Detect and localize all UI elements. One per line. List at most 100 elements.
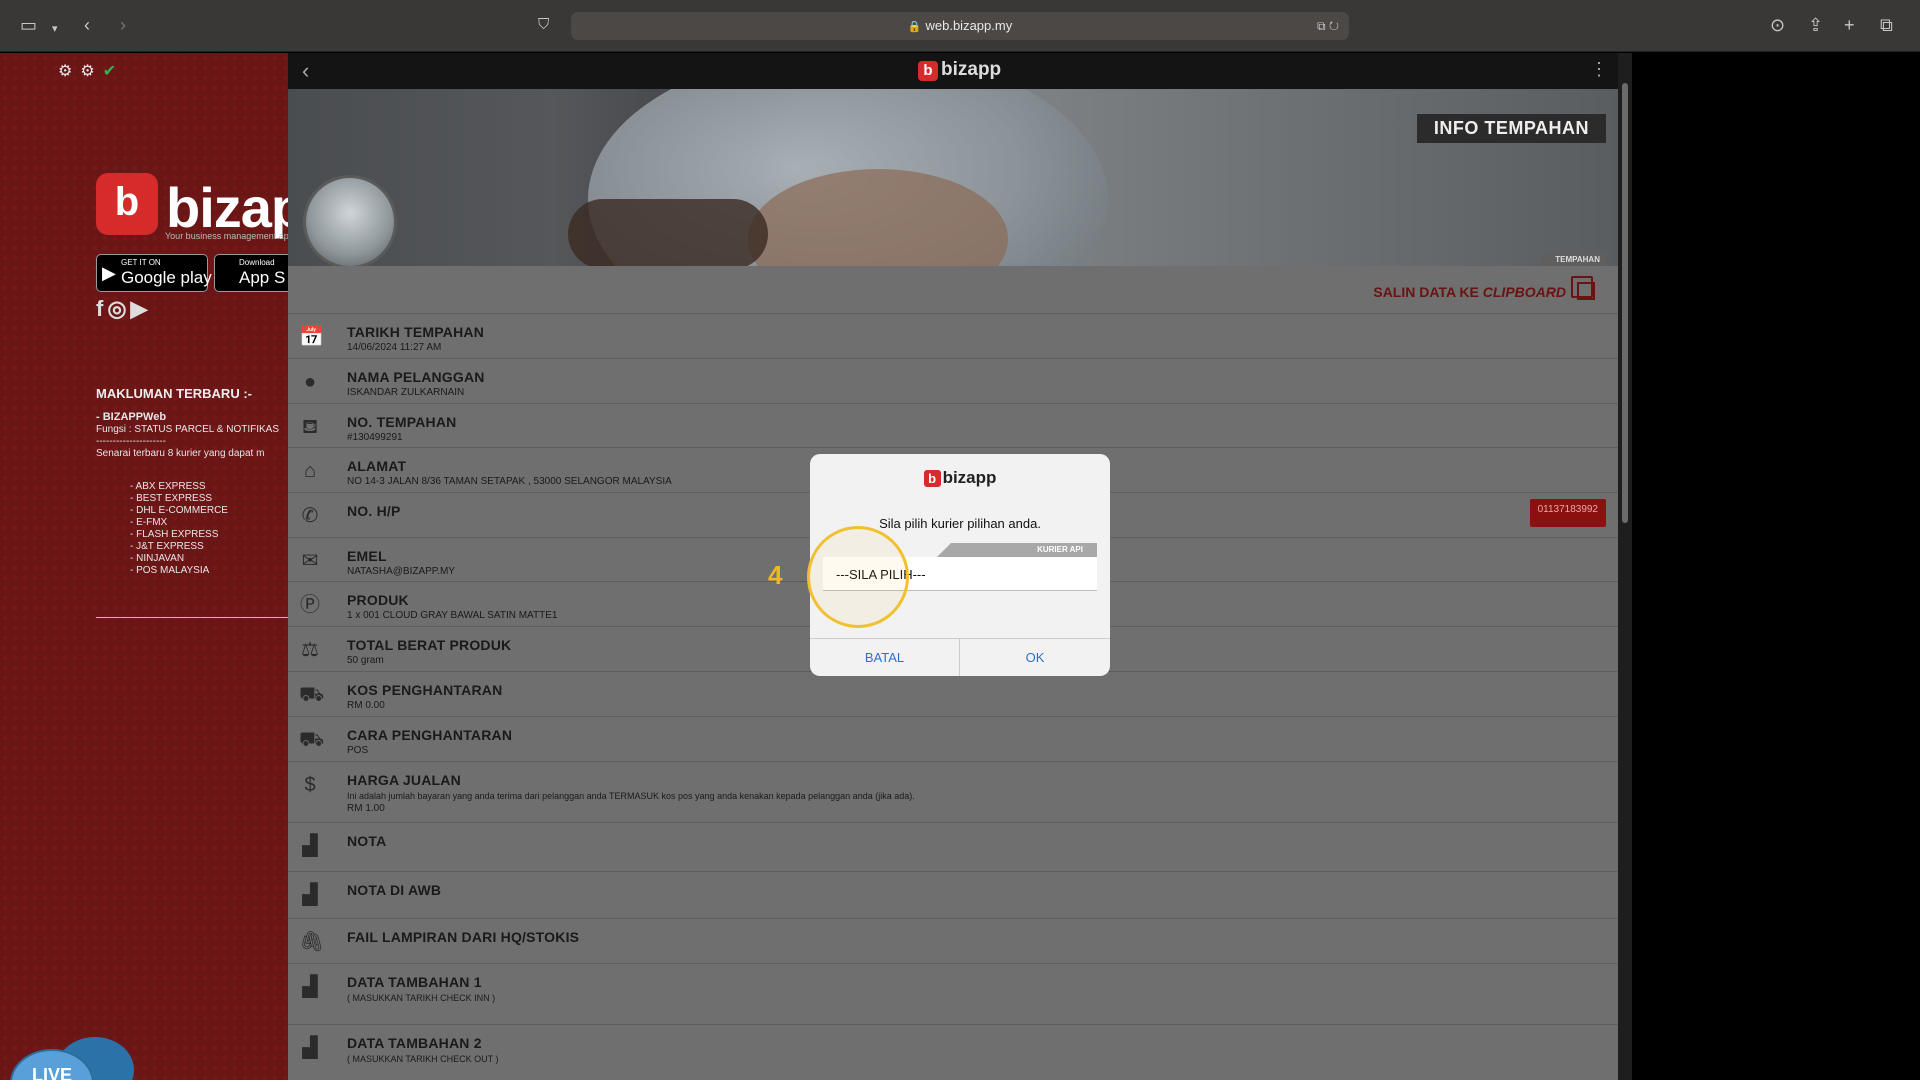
detail-label: TARIKH TEMPAHAN: [347, 324, 485, 340]
page-scrollbar[interactable]: [1618, 53, 1632, 1080]
detail-label: NOTA DI AWB: [347, 882, 442, 898]
detail-row-order-number: ⛾ NO. TEMPAHAN #130499291: [288, 403, 1618, 447]
detail-value: ISKANDAR ZULKARNAIN: [347, 387, 465, 398]
note-icon: ▟: [302, 1037, 318, 1059]
google-play-button[interactable]: ▶ GET IT ON Google play: [96, 254, 212, 292]
home-icon: ⌂: [303, 460, 317, 482]
detail-value: ( MASUKKAN TARIKH CHECK OUT ): [347, 1054, 499, 1064]
browser-toolbar: ▭ ▾ ‹ › ⛉ 🔒 web.bizapp.my ⧉ ↻ ⊙ ⇪ + ⧉: [0, 0, 1920, 52]
news-heading: - BIZAPPWeb: [96, 411, 167, 423]
copy-icon: [1571, 276, 1595, 300]
forward-icon[interactable]: ›: [120, 14, 126, 36]
copy-label-italic: CLIPBOARD: [1482, 284, 1566, 300]
reload-icon[interactable]: ⧉ ↻: [1317, 12, 1339, 40]
live-chat-button[interactable]: LIVE CHAT: [8, 1037, 134, 1080]
detail-row-order-date: 📅 TARIKH TEMPAHAN 14/06/2024 11:27 AM: [288, 313, 1618, 358]
courier-item: - DHL E-COMMERCE: [130, 505, 228, 516]
detail-note: Ini adalah jumlah bayaran yang anda teri…: [347, 791, 915, 801]
dialog-buttons: BATAL OK: [810, 638, 1110, 676]
detail-value: 14/06/2024 11:27 AM: [347, 342, 442, 353]
order-details-list: 📅 TARIKH TEMPAHAN 14/06/2024 11:27 AM ● …: [288, 313, 1618, 1080]
detail-row-note[interactable]: ▟ NOTA: [288, 822, 1618, 871]
cancel-button[interactable]: BATAL: [810, 639, 960, 676]
detail-label: NOTA: [347, 833, 387, 849]
detail-label: HARGA JUALAN: [347, 772, 461, 788]
news-title: MAKLUMAN TERBARU :-: [96, 386, 252, 401]
scrollbar-thumb[interactable]: [1622, 83, 1628, 523]
dialog-brand-text: bizapp: [942, 468, 997, 487]
note-icon: ▟: [302, 884, 318, 906]
avatar: [303, 175, 397, 266]
detail-row-shipping-method: ⛟ CARA PENGHANTARAN POS: [288, 716, 1618, 761]
detail-row-attachment[interactable]: 🖇 FAIL LAMPIRAN DARI HQ/STOKIS: [288, 918, 1618, 963]
play-store-icon: ▶: [102, 263, 116, 283]
news-line: ---------------------: [96, 436, 166, 447]
detail-row-shipping-cost: ⛟ KOS PENGHANTARAN RM 0.00: [288, 671, 1618, 716]
instagram-icon[interactable]: ◎: [107, 296, 130, 321]
calendar-check-icon: 📅: [299, 326, 324, 348]
new-tab-icon[interactable]: +: [1844, 14, 1855, 36]
chevron-down-icon[interactable]: ▾: [52, 18, 58, 40]
copy-to-clipboard-button[interactable]: SALIN DATA KE CLIPBOARD: [288, 266, 1618, 313]
bizapp-logo-icon: b: [96, 173, 158, 235]
step-number: 4: [768, 560, 783, 590]
tab-overview-icon[interactable]: ⧉: [1880, 14, 1893, 36]
detail-row-awb-note[interactable]: ▟ NOTA DI AWB: [288, 871, 1618, 918]
detail-row-extra-data-1[interactable]: ▟ DATA TAMBAHAN 1 ( MASUKKAN TARIKH CHEC…: [288, 963, 1618, 1024]
tag-icon: ⛾: [301, 416, 319, 438]
back-icon[interactable]: ‹: [84, 14, 90, 36]
detail-value: #130499291: [347, 432, 403, 443]
facebook-icon[interactable]: f: [96, 296, 107, 321]
check-icon: ✔: [102, 63, 125, 80]
divider: [96, 617, 288, 618]
address-bar[interactable]: 🔒 web.bizapp.my ⧉ ↻: [571, 12, 1349, 40]
product-p-icon: Ⓟ: [300, 594, 320, 616]
ok-button[interactable]: OK: [960, 639, 1110, 676]
app-store-small: Download: [239, 258, 275, 267]
detail-row-extra-data-2[interactable]: ▟ DATA TAMBAHAN 2 ( MASUKKAN TARIKH CHEC…: [288, 1024, 1618, 1080]
detail-row-sale-price: $ HARGA JUALAN Ini adalah jumlah bayaran…: [288, 761, 1618, 822]
cover-photo: INFO TEMPAHAN TEMPAHAN: [288, 89, 1618, 266]
google-play-label: Google play: [121, 268, 212, 287]
detail-label: FAIL LAMPIRAN DARI HQ/STOKIS: [347, 929, 580, 945]
share-icon[interactable]: ⇪: [1808, 14, 1823, 36]
google-play-small: GET IT ON: [121, 258, 161, 267]
courier-list: - ABX EXPRESS - BEST EXPRESS - DHL E-COM…: [130, 481, 228, 577]
privacy-shield-icon[interactable]: ⛉: [538, 14, 549, 36]
logo-tagline: Your business management app: [165, 231, 288, 241]
bizapp-logo-icon: b: [923, 470, 941, 487]
lock-icon: 🔒: [907, 21, 922, 33]
detail-row-customer-name: ● NAMA PELANGGAN ISKANDAR ZULKARNAIN: [288, 358, 1618, 403]
courier-api-tag: KURIER API: [937, 543, 1097, 557]
phone-icon: ✆: [301, 505, 319, 527]
bizapp-logo-icon: b: [918, 61, 938, 81]
social-links: f◎▶: [96, 296, 151, 322]
section-tag: TEMPAHAN: [1541, 253, 1606, 266]
detail-label: DATA TAMBAHAN 1: [347, 974, 482, 990]
truck-icon: ⛟: [299, 729, 325, 751]
cover-image-shape: [568, 199, 768, 266]
detail-value: ( MASUKKAN TARIKH CHECK INN ): [347, 993, 496, 1003]
back-chevron-icon[interactable]: ‹: [302, 58, 309, 84]
gear-icon[interactable]: ⚙: [80, 63, 102, 80]
highlight-circle: [807, 526, 909, 628]
youtube-icon[interactable]: ▶: [131, 296, 152, 321]
app-brand: b bizapp: [918, 59, 1001, 81]
left-info-panel: ⚙⚙✔ b bizapp Your business management ap…: [0, 53, 288, 1080]
url-text: web.bizapp.my: [925, 18, 1013, 33]
scale-icon: ⚖: [301, 639, 319, 661]
more-vertical-icon[interactable]: ⋮: [1590, 59, 1608, 80]
phone-number-button[interactable]: 01137183992: [1529, 499, 1606, 527]
download-icon[interactable]: ⊙: [1770, 14, 1785, 36]
note-icon: ▟: [302, 835, 318, 857]
app-store-button[interactable]: Download App S: [214, 254, 288, 292]
news-content: - BIZAPPWeb Fungsi : STATUS PARCEL & NOT…: [96, 411, 279, 460]
user-icon: ●: [303, 371, 317, 393]
envelope-icon: ✉: [301, 550, 319, 572]
courier-item: - FLASH EXPRESS: [130, 529, 219, 540]
dialog-brand: b bizapp: [810, 468, 1110, 488]
gear-icon[interactable]: ⚙: [58, 63, 80, 80]
sidebar-toggle-icon[interactable]: ▭: [20, 14, 37, 36]
app-header: ‹ b bizapp ⋮: [288, 53, 1618, 89]
news-line: Fungsi : STATUS PARCEL & NOTIFIKAS: [96, 424, 280, 435]
